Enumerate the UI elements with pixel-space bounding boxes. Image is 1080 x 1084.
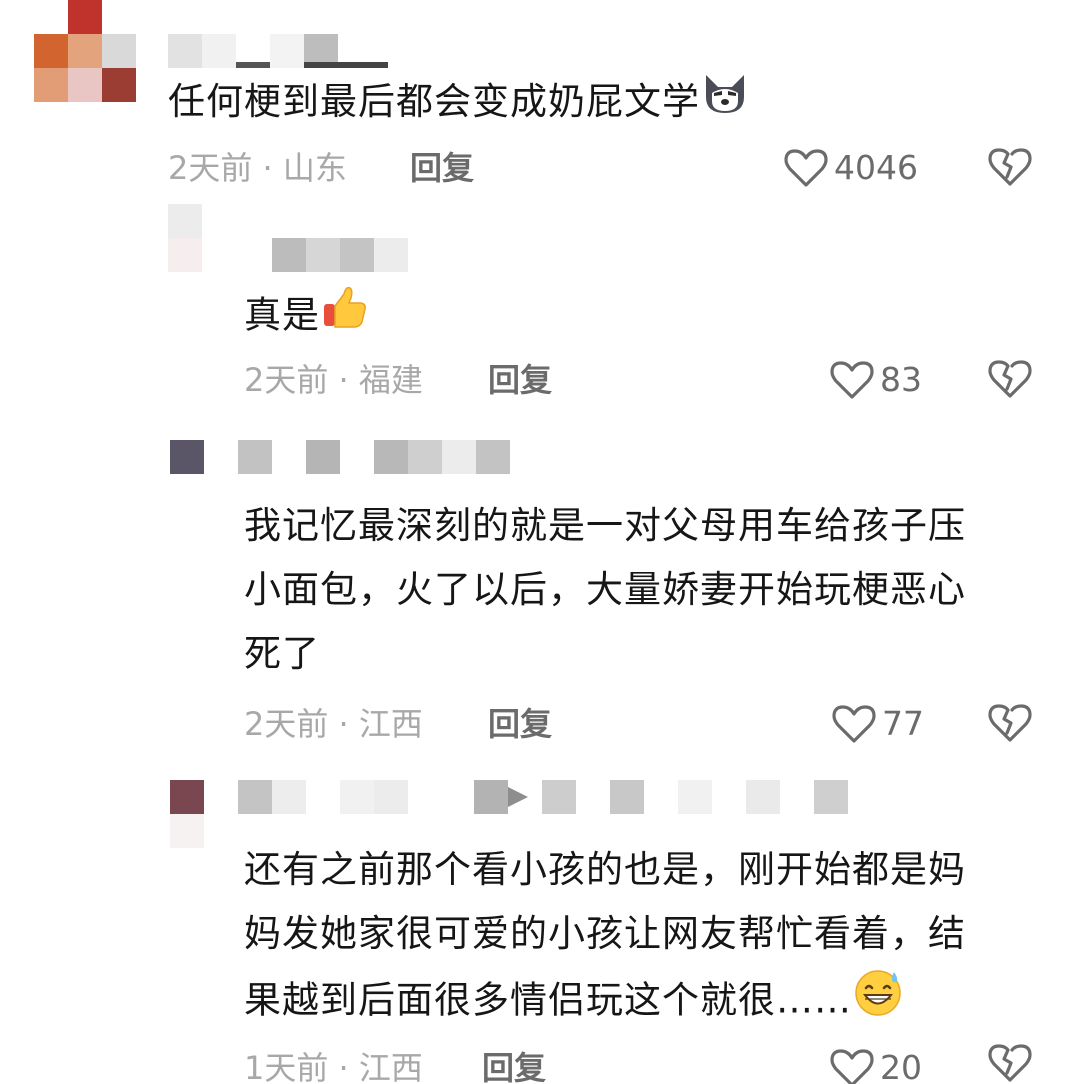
- like-count: 77: [882, 704, 924, 743]
- like-count: 83: [880, 360, 922, 399]
- broken-heart-icon[interactable]: [988, 146, 1032, 188]
- like-button[interactable]: 83: [830, 360, 922, 400]
- broken-heart-icon[interactable]: [988, 1042, 1032, 1084]
- reply-button[interactable]: 回复: [410, 148, 474, 188]
- heart-outline-icon: [830, 1049, 874, 1084]
- grinning-sweat-emoji: [852, 966, 904, 1038]
- username-obscured[interactable]: [238, 780, 848, 814]
- reply-button[interactable]: 回复: [488, 360, 552, 400]
- reply-button[interactable]: 回复: [482, 1048, 546, 1084]
- like-button[interactable]: 20: [830, 1048, 922, 1084]
- comment-meta: 1天前 · 江西: [244, 1049, 423, 1084]
- comment-text: 任何梗到最后都会变成奶屁文学: [168, 70, 750, 137]
- like-count: 4046: [834, 148, 918, 187]
- like-button[interactable]: 4046: [784, 148, 918, 188]
- comment-meta: 2天前 · 福建: [244, 361, 423, 399]
- username-obscured[interactable]: [272, 238, 408, 272]
- heart-outline-icon: [830, 361, 874, 399]
- comment-text: 我记忆最深刻的就是一对父母用车给孩子压 小面包，火了以后，大量娇妻开始玩梗恶心 …: [244, 504, 966, 675]
- avatar[interactable]: [34, 0, 136, 102]
- avatar[interactable]: [168, 204, 202, 272]
- comment-text: 还有之前那个看小孩的也是，刚开始都是妈 妈发她家很可爱的小孩让网友帮忙看着，结 …: [244, 838, 966, 1038]
- heart-outline-icon: [832, 705, 876, 743]
- like-button[interactable]: 77: [832, 704, 924, 744]
- comment-text: 真是: [244, 282, 370, 352]
- thumbs-up-emoji: [320, 282, 370, 352]
- broken-heart-icon[interactable]: [988, 702, 1032, 744]
- comment-meta: 2天前 · 江西: [244, 705, 423, 743]
- reply-button[interactable]: 回复: [488, 704, 552, 744]
- avatar[interactable]: [170, 780, 204, 848]
- avatar[interactable]: [170, 440, 204, 474]
- comment-meta: 2天前 · 山东: [168, 149, 347, 187]
- broken-heart-icon[interactable]: [988, 358, 1032, 400]
- username-obscured[interactable]: [168, 34, 398, 68]
- heart-outline-icon: [784, 149, 828, 187]
- username-obscured[interactable]: [238, 440, 542, 474]
- husky-emoji: [700, 71, 750, 137]
- like-count: 20: [880, 1048, 922, 1084]
